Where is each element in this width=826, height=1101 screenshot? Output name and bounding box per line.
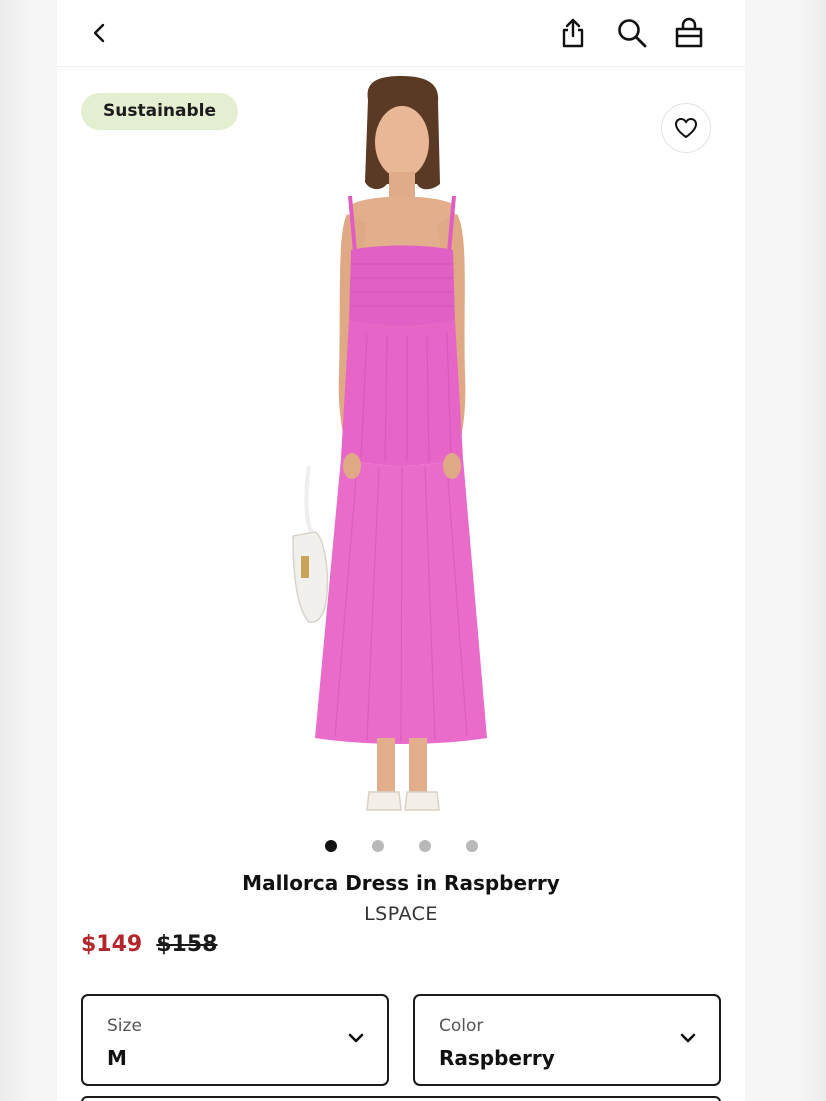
top-navigation-bar	[57, 0, 745, 67]
pagination-dot[interactable]	[324, 840, 337, 852]
pagination-dot[interactable]	[418, 840, 431, 852]
sustainable-badge: Sustainable	[81, 93, 238, 130]
chevron-left-icon	[93, 23, 105, 43]
shopping-bag-button[interactable]	[669, 13, 709, 53]
sale-price: $149	[81, 932, 143, 957]
price-row: $149 $158	[81, 932, 217, 957]
product-name: Mallorca Dress in Raspberry	[242, 871, 560, 895]
pagination-dot[interactable]	[465, 840, 478, 852]
color-label: Color	[439, 1016, 484, 1036]
favorite-button[interactable]	[661, 103, 711, 153]
color-value: Raspberry	[439, 1046, 555, 1070]
pagination-dot[interactable]	[371, 840, 384, 852]
size-value: M	[107, 1046, 127, 1070]
shopping-bag-icon	[675, 17, 703, 48]
color-selector[interactable]: Color Raspberry	[413, 994, 721, 1086]
heart-icon	[675, 118, 697, 138]
search-icon	[618, 19, 647, 48]
share-icon	[562, 18, 584, 48]
search-button[interactable]	[612, 13, 652, 53]
chevron-down-icon	[348, 1033, 364, 1043]
share-button[interactable]	[553, 13, 593, 53]
size-label: Size	[107, 1016, 142, 1036]
product-brand[interactable]: LSPACE	[57, 903, 745, 925]
add-to-bag-button[interactable]	[81, 1096, 721, 1101]
product-image[interactable]	[257, 74, 547, 834]
size-selector[interactable]: Size M	[81, 994, 389, 1086]
back-button[interactable]	[80, 13, 120, 53]
chevron-down-icon	[680, 1033, 696, 1043]
product-page: Sustainable Mallorca Dress in Raspberry …	[57, 0, 745, 1101]
original-price: $158	[156, 932, 218, 957]
image-pagination-dots	[57, 840, 745, 854]
